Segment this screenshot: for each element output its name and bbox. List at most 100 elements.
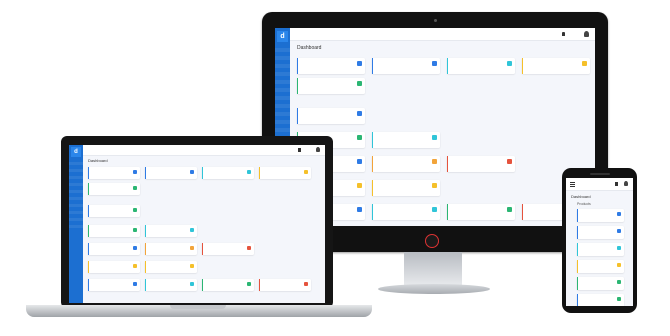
stat-card[interactable] [577, 260, 624, 273]
sidebar-item[interactable] [69, 183, 83, 186]
sidebar-item[interactable] [275, 88, 290, 92]
page-title: Dashboard [571, 194, 591, 199]
sidebar-item[interactable] [275, 48, 290, 52]
stat-card[interactable] [297, 58, 365, 74]
stat-card[interactable] [202, 167, 254, 179]
stat-card[interactable] [259, 167, 311, 179]
chat-icon [432, 135, 437, 140]
thumbs-up-icon [247, 282, 251, 286]
bell-icon[interactable] [562, 32, 565, 36]
sidebar-item[interactable] [275, 56, 290, 60]
sidebar-item[interactable] [275, 104, 290, 108]
chat-icon [617, 246, 621, 250]
stat-card[interactable] [88, 225, 140, 237]
stat-card[interactable] [577, 277, 624, 290]
sidebar-item[interactable] [69, 197, 83, 200]
phone-topbar [566, 178, 633, 191]
file-icon [617, 280, 621, 284]
stat-card[interactable] [577, 243, 624, 256]
file-icon [133, 282, 137, 286]
laptop-screen: d Dashboard [69, 145, 325, 303]
sidebar-item[interactable] [275, 64, 290, 68]
user-icon[interactable] [584, 31, 589, 37]
stat-card[interactable] [145, 279, 197, 291]
stat-card[interactable] [88, 167, 140, 179]
phone-speaker [590, 173, 610, 175]
sidebar-item[interactable] [275, 128, 290, 132]
menu-icon[interactable] [570, 182, 575, 183]
user-icon[interactable] [624, 181, 628, 186]
topbar [83, 145, 325, 156]
sidebar-item[interactable] [69, 225, 83, 228]
folder-icon [304, 170, 308, 174]
stat-card[interactable] [577, 209, 624, 222]
stat-card[interactable] [447, 58, 515, 74]
gift-icon [190, 246, 194, 250]
power-button[interactable] [425, 234, 439, 248]
stat-card[interactable] [145, 225, 197, 237]
sidebar-item[interactable] [69, 190, 83, 193]
inbox-icon [133, 246, 137, 250]
file-icon [190, 264, 194, 268]
cart-icon [247, 246, 251, 250]
stat-card[interactable] [259, 279, 311, 291]
stat-card[interactable] [88, 205, 140, 217]
file-icon [432, 183, 437, 188]
chat-icon [432, 207, 437, 212]
sidebar-item[interactable] [69, 204, 83, 207]
sidebar-item[interactable] [275, 72, 290, 76]
sidebar-item[interactable] [275, 96, 290, 100]
stat-card[interactable] [202, 279, 254, 291]
thumbs-up-icon [190, 170, 194, 174]
sidebar-item[interactable] [69, 176, 83, 179]
stat-card[interactable] [88, 261, 140, 273]
sidebar-item[interactable] [69, 162, 83, 165]
bell-icon[interactable] [615, 182, 618, 186]
thumbs-up-icon [507, 207, 512, 212]
folder-icon [582, 61, 587, 66]
user-icon [357, 111, 362, 116]
stat-card[interactable] [372, 132, 440, 148]
bell-icon[interactable] [298, 148, 301, 152]
chat-icon [190, 228, 194, 232]
monitor-stand-base [378, 284, 490, 294]
inbox-icon [133, 228, 137, 232]
stat-card[interactable] [145, 261, 197, 273]
stat-card[interactable] [145, 243, 197, 255]
sidebar-item[interactable] [275, 80, 290, 84]
laptop-lid: d Dashboard [61, 136, 333, 308]
gift-icon [432, 159, 437, 164]
inbox-icon [617, 297, 621, 301]
chat-icon [507, 61, 512, 66]
stat-card[interactable] [88, 243, 140, 255]
stat-card[interactable] [88, 183, 140, 195]
stat-card[interactable] [447, 156, 515, 172]
sidebar-item[interactable] [69, 211, 83, 214]
stat-card[interactable] [372, 58, 440, 74]
flag-icon [304, 282, 308, 286]
stat-card[interactable] [372, 204, 440, 220]
stat-card[interactable] [577, 294, 624, 306]
stat-card[interactable] [372, 180, 440, 196]
stat-card[interactable] [88, 279, 140, 291]
stat-card[interactable] [372, 156, 440, 172]
logo: d [277, 31, 288, 42]
stat-card[interactable] [202, 243, 254, 255]
stat-card[interactable] [522, 58, 590, 74]
topbar [290, 28, 595, 41]
stat-card[interactable] [297, 78, 365, 94]
sidebar-item[interactable] [275, 120, 290, 124]
stat-card[interactable] [145, 167, 197, 179]
sidebar-item[interactable] [69, 218, 83, 221]
user-icon[interactable] [316, 147, 320, 152]
file-icon [133, 186, 137, 190]
page-title: Dashboard [297, 45, 322, 51]
sidebar-item[interactable] [275, 112, 290, 116]
sidebar-item[interactable] [69, 169, 83, 172]
inbox-icon [357, 159, 362, 164]
stat-card[interactable] [577, 226, 624, 239]
file-icon [617, 212, 621, 216]
stat-card[interactable] [447, 204, 515, 220]
phone-screen: Dashboard Products [566, 178, 633, 306]
stat-card[interactable] [297, 108, 365, 124]
